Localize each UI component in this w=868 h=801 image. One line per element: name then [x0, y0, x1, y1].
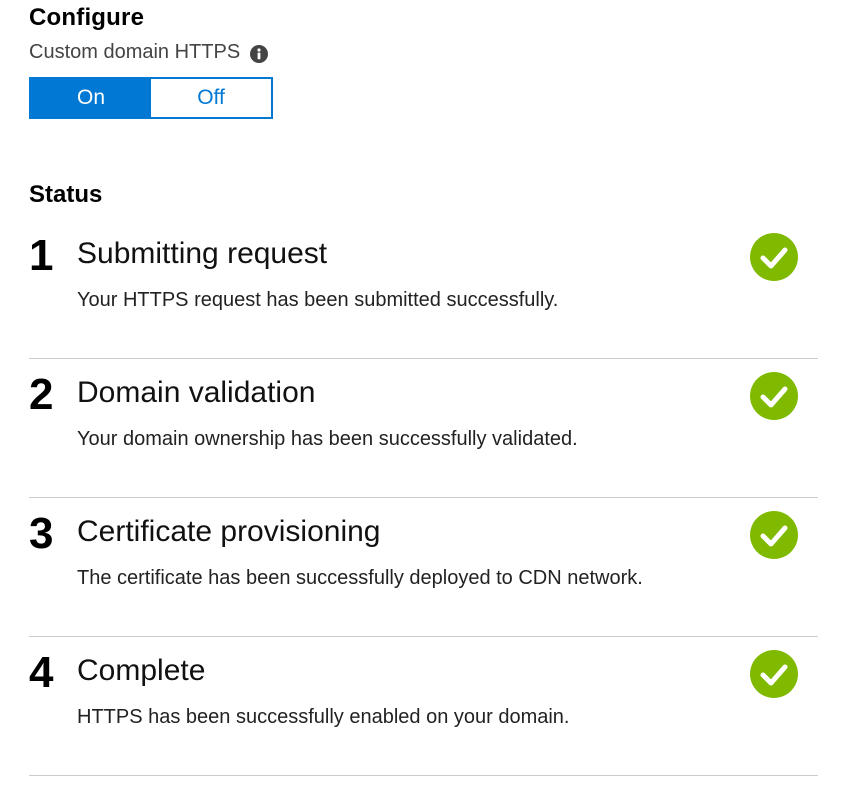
step-description: The certificate has been successfully de… [77, 567, 643, 589]
step-title: Domain validation [77, 376, 316, 409]
step-title: Certificate provisioning [77, 515, 381, 548]
step-description: Your domain ownership has been successfu… [77, 428, 578, 450]
step-description: Your HTTPS request has been submitted su… [77, 289, 559, 311]
step-title: Submitting request [77, 237, 328, 270]
step-description: HTTPS has been successfully enabled on y… [77, 706, 570, 728]
info-icon[interactable] [250, 44, 269, 63]
status-steps-list: 1 Submitting request Your HTTPS request … [29, 220, 818, 776]
step-number: 1 [29, 231, 54, 280]
check-icon [750, 650, 798, 698]
custom-domain-https-setting: Custom domain HTTPS [29, 41, 269, 64]
toggle-on-option[interactable]: On [31, 79, 151, 117]
step-title: Complete [77, 654, 206, 687]
status-step-3: 3 Certificate provisioning The certifica… [29, 498, 818, 637]
step-number: 2 [29, 370, 54, 419]
configure-heading: Configure [29, 4, 145, 31]
status-step-2: 2 Domain validation Your domain ownershi… [29, 359, 818, 498]
custom-domain-https-label: Custom domain HTTPS [29, 41, 241, 63]
https-toggle[interactable]: On Off [29, 77, 273, 119]
step-number: 3 [29, 509, 54, 558]
status-step-4: 4 Complete HTTPS has been successfully e… [29, 637, 818, 776]
status-step-1: 1 Submitting request Your HTTPS request … [29, 220, 818, 359]
toggle-off-option[interactable]: Off [151, 79, 271, 117]
step-number: 4 [29, 648, 54, 697]
check-icon [750, 511, 798, 559]
check-icon [750, 372, 798, 420]
status-heading: Status [29, 181, 103, 208]
check-icon [750, 233, 798, 281]
